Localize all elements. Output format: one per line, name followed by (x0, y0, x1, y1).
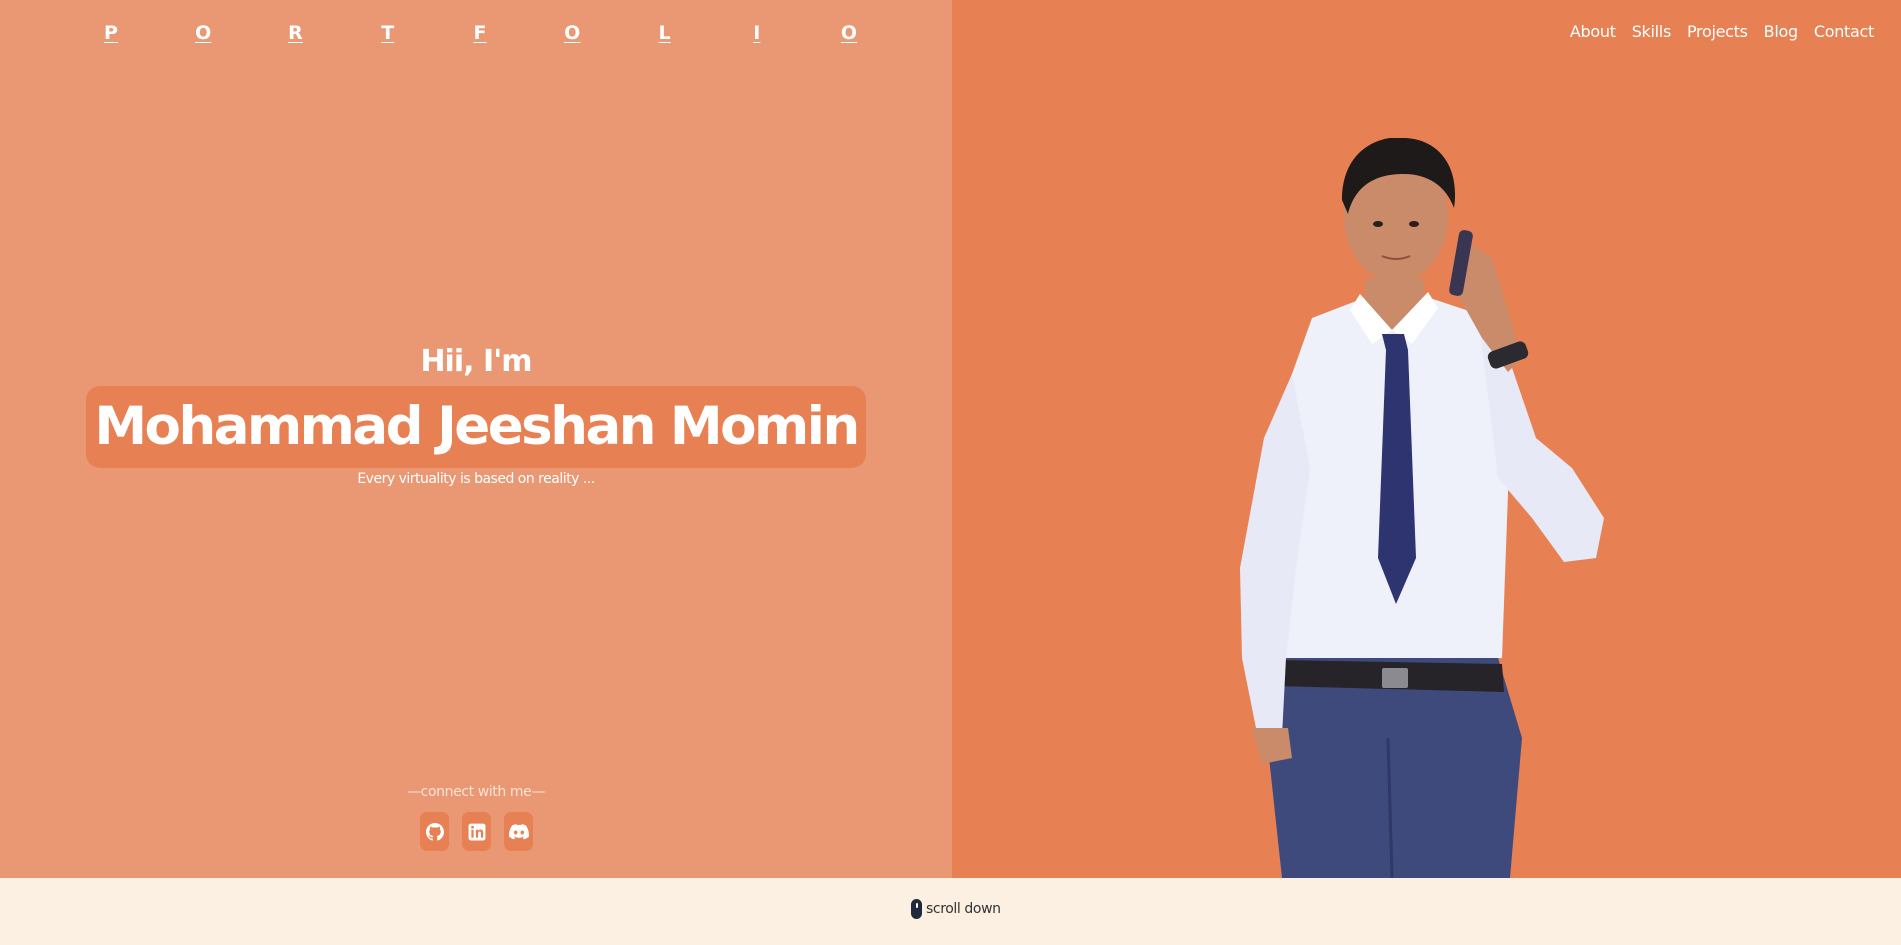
linkedin-icon (468, 823, 485, 840)
nav-contact[interactable]: Contact (1814, 22, 1874, 41)
left-panel: P O R T F O L I O Hii, I'm Mohammad Jees… (0, 0, 952, 878)
logo-letter[interactable]: O (838, 22, 860, 44)
nav-about[interactable]: About (1570, 22, 1616, 41)
hero: Hii, I'm Mohammad Jeeshan Momin Every vi… (0, 340, 952, 487)
mouse-icon (911, 899, 922, 919)
scroll-down-label: scroll down (926, 901, 1001, 917)
logo-letter[interactable]: L (654, 22, 676, 44)
nav-projects[interactable]: Projects (1687, 22, 1748, 41)
nav-skills[interactable]: Skills (1632, 22, 1672, 41)
logo-letter[interactable]: P (100, 22, 122, 44)
logo-letter[interactable]: R (285, 22, 307, 44)
social-links (420, 812, 533, 851)
logo[interactable]: P O R T F O L I O (100, 22, 860, 44)
connect-label: —connect with me— (407, 784, 545, 800)
right-panel (952, 0, 1901, 878)
discord-link[interactable] (504, 812, 533, 851)
logo-letter[interactable]: T (377, 22, 399, 44)
hero-name: Mohammad Jeeshan Momin (94, 396, 860, 457)
scroll-down-link[interactable]: scroll down (911, 899, 1001, 919)
portrait-image (1240, 138, 1604, 878)
hero-greeting: Hii, I'm (420, 344, 532, 379)
github-link[interactable] (420, 812, 449, 851)
hero-name-box: Mohammad Jeeshan Momin (86, 386, 866, 468)
page: P O R T F O L I O Hii, I'm Mohammad Jees… (0, 0, 1901, 945)
discord-icon (508, 823, 529, 839)
nav-blog[interactable]: Blog (1764, 22, 1798, 41)
github-icon (425, 822, 444, 841)
hero-tagline: Every virtuality is based on reality ... (357, 471, 595, 487)
logo-letter[interactable]: O (561, 22, 583, 44)
logo-letter[interactable]: I (746, 22, 768, 44)
main-nav: About Skills Projects Blog Contact (1570, 22, 1874, 41)
logo-letter[interactable]: F (469, 22, 491, 44)
linkedin-link[interactable] (462, 812, 491, 851)
logo-letter[interactable]: O (192, 22, 214, 44)
